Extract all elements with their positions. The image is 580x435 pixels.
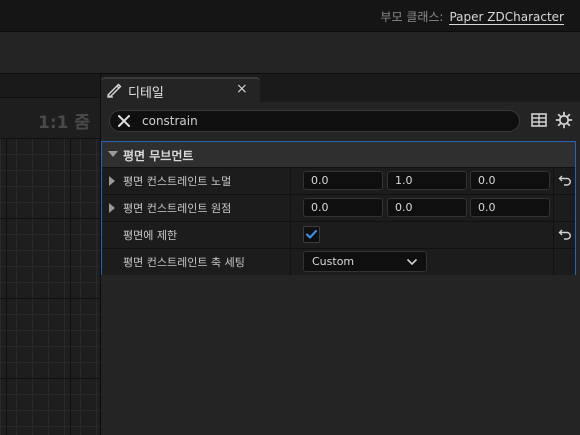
tab-details[interactable]: 디테일 × xyxy=(101,77,260,102)
details-empty-area xyxy=(101,275,580,435)
viewport[interactable]: 1:1 줌 xyxy=(0,74,100,435)
plane-normal-x-field[interactable]: 0.0 xyxy=(303,171,383,190)
table-icon[interactable] xyxy=(530,111,548,129)
property-name-cell: 평면에 제한 xyxy=(102,222,291,248)
parent-class-label: 부모 클래스: xyxy=(380,10,444,24)
axis-setting-dropdown[interactable]: Custom xyxy=(303,251,427,272)
search-row: constrain xyxy=(101,107,580,137)
property-row-plane-normal: 평면 컨스트레인트 노멀 0.0 1.0 0.0 xyxy=(102,167,575,194)
reset-to-default-icon[interactable] xyxy=(558,227,572,241)
tab-title: 디테일 xyxy=(128,86,164,101)
top-bar: 부모 클래스: Paper ZDCharacter xyxy=(0,0,580,31)
property-name-cell: 평면 컨스트레인트 축 세팅 xyxy=(102,249,291,275)
expand-arrow-icon[interactable] xyxy=(109,203,115,213)
plane-movement-category: 평면 무브먼트 평면 컨스트레인트 노멀 0.0 1.0 0.0 평면 컨스트레… xyxy=(101,141,576,275)
property-name-cell: 평면 컨스트레인트 노멀 xyxy=(102,168,291,194)
reset-separator xyxy=(553,249,554,275)
reset-separator xyxy=(553,168,554,194)
viewport-ruler xyxy=(0,74,100,98)
parent-class-info: 부모 클래스: Paper ZDCharacter xyxy=(380,8,564,25)
reset-separator xyxy=(553,222,554,248)
close-icon[interactable] xyxy=(115,112,133,130)
search-text: constrain xyxy=(142,114,198,128)
property-label: 평면 컨스트레인트 노멀 xyxy=(123,175,232,188)
gear-icon[interactable] xyxy=(555,111,573,129)
parent-class-link[interactable]: Paper ZDCharacter xyxy=(449,10,564,25)
checkmark-icon xyxy=(305,229,318,239)
toolbar xyxy=(0,31,580,74)
tab-strip: 디테일 × xyxy=(101,74,580,102)
zoom-label: 1:1 줌 xyxy=(38,113,91,133)
category-title: 평면 무브먼트 xyxy=(123,149,194,163)
reset-to-default-icon[interactable] xyxy=(558,173,572,187)
viewport-grid xyxy=(0,138,100,435)
dropdown-value: Custom xyxy=(312,255,355,268)
reset-separator xyxy=(553,195,554,221)
property-row-plane-origin: 평면 컨스트레인트 원점 0.0 0.0 0.0 xyxy=(102,194,575,221)
details-panel: 디테일 × constrain 평면 무브먼트 평면 컨스트레인트 노멀 0.0… xyxy=(100,74,580,435)
constrain-to-plane-checkbox[interactable] xyxy=(303,226,320,243)
property-row-axis-setting: 평면 컨스트레인트 축 세팅 Custom xyxy=(102,248,575,275)
collapse-arrow-icon[interactable] xyxy=(108,151,118,157)
pencil-icon xyxy=(107,83,122,98)
property-name-cell: 평면 컨스트레인트 원점 xyxy=(102,195,291,221)
expand-arrow-icon[interactable] xyxy=(109,176,115,186)
plane-normal-y-field[interactable]: 1.0 xyxy=(387,171,467,190)
category-header[interactable]: 평면 무브먼트 xyxy=(102,142,575,167)
plane-origin-y-field[interactable]: 0.0 xyxy=(387,198,467,217)
close-icon[interactable]: × xyxy=(236,81,248,97)
property-label: 평면 컨스트레인트 원점 xyxy=(123,202,232,215)
search-input[interactable]: constrain xyxy=(109,110,520,132)
chevron-down-icon xyxy=(406,258,418,266)
plane-origin-x-field[interactable]: 0.0 xyxy=(303,198,383,217)
plane-normal-z-field[interactable]: 0.0 xyxy=(470,171,550,190)
property-label: 평면 컨스트레인트 축 세팅 xyxy=(123,256,245,269)
property-label: 평면에 제한 xyxy=(123,229,178,242)
property-row-constrain-to-plane: 평면에 제한 xyxy=(102,221,575,248)
plane-origin-z-field[interactable]: 0.0 xyxy=(470,198,550,217)
